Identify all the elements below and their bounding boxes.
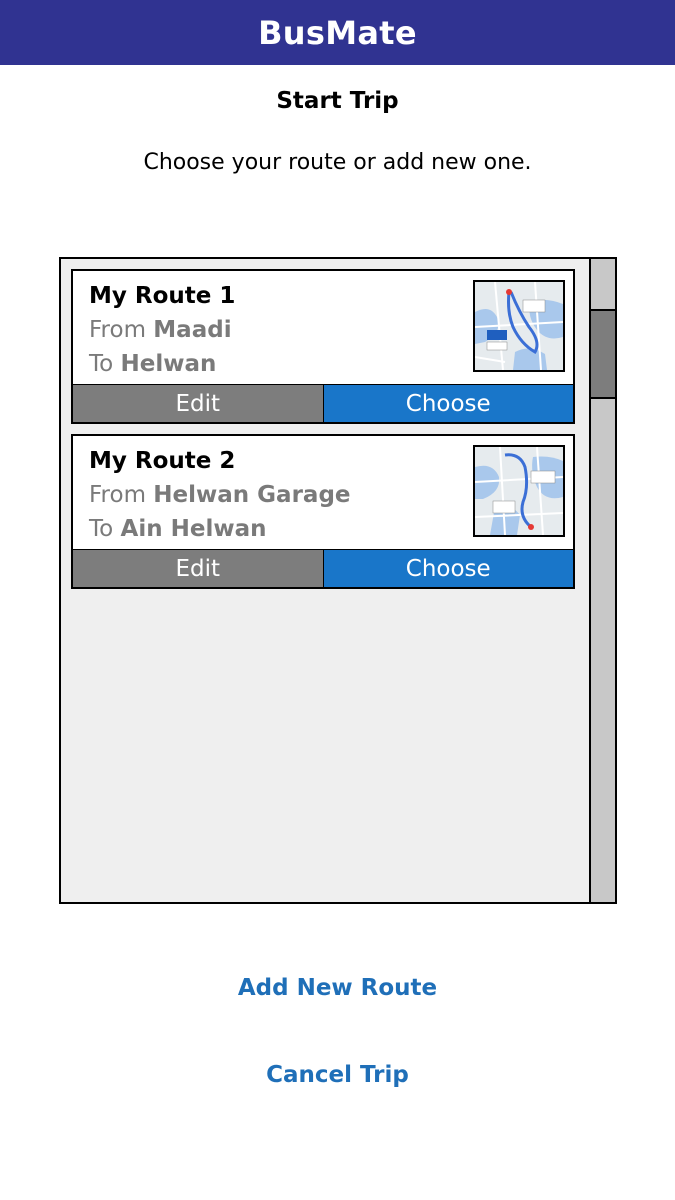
choose-route-button[interactable]: Choose — [323, 550, 573, 587]
scrollbar-track-top[interactable] — [591, 259, 615, 311]
route-from-value: Helwan Garage — [153, 482, 351, 508]
page-title: Start Trip — [276, 88, 399, 114]
scrollbar-thumb[interactable] — [591, 311, 615, 399]
route-to: To Helwan — [89, 351, 216, 377]
route-card: My Route 1 From Maadi To Helwan Edit Cho… — [71, 269, 575, 424]
route-to-value: Ain Helwan — [120, 516, 267, 542]
app-title: BusMate — [258, 13, 417, 52]
route-actions: Edit Choose — [73, 384, 573, 422]
add-new-route-link[interactable]: Add New Route — [0, 975, 675, 1001]
route-name: My Route 2 — [89, 448, 236, 474]
edit-route-button[interactable]: Edit — [73, 550, 324, 587]
route-from: From Maadi — [89, 317, 232, 343]
page-subtitle: Choose your route or add new one. — [143, 150, 532, 175]
route-to: To Ain Helwan — [89, 516, 266, 542]
route-from: From Helwan Garage — [89, 482, 351, 508]
app-header: BusMate — [0, 0, 675, 65]
route-from-prefix: From — [89, 317, 146, 343]
route-name: My Route 1 — [89, 283, 236, 309]
edit-route-button[interactable]: Edit — [73, 385, 324, 422]
route-to-prefix: To — [89, 351, 114, 377]
cancel-trip-link[interactable]: Cancel Trip — [0, 1062, 675, 1088]
choose-route-button[interactable]: Choose — [323, 385, 573, 422]
route-map-icon — [473, 280, 565, 372]
route-list-scrollbar[interactable] — [589, 257, 617, 904]
route-to-prefix: To — [89, 516, 114, 542]
route-map-icon — [473, 445, 565, 537]
route-card: My Route 2 From Helwan Garage To Ain Hel… — [71, 434, 575, 589]
route-from-prefix: From — [89, 482, 146, 508]
route-from-value: Maadi — [153, 317, 232, 343]
route-to-value: Helwan — [120, 351, 217, 377]
route-actions: Edit Choose — [73, 549, 573, 587]
